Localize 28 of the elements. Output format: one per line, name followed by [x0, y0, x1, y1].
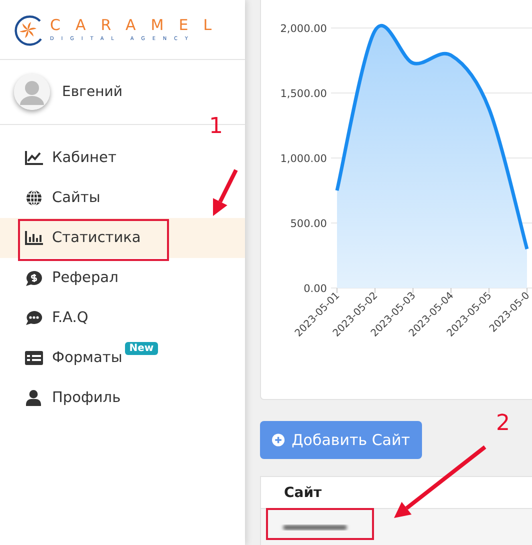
logo-icon — [12, 14, 44, 46]
bar-chart-icon — [24, 231, 42, 245]
nav-item[interactable]: F.A.Q — [0, 298, 245, 338]
y-tick-label: 1,000.00 — [280, 153, 327, 165]
plus-circle-icon — [272, 432, 285, 448]
avatar-icon — [14, 74, 50, 110]
arrow — [213, 169, 238, 216]
chat-bubble-icon — [24, 310, 42, 326]
user-name: Евгений — [62, 84, 122, 100]
nav-item[interactable]: Кабинет — [0, 138, 245, 178]
nav-item[interactable]: Сайты — [0, 178, 245, 218]
nav-item[interactable]: Реферал — [0, 258, 245, 298]
annotation-number: 2 — [496, 413, 510, 434]
dollar-bubble-icon — [24, 270, 42, 286]
user-icon — [26, 390, 41, 406]
y-tick-label: 0.00 — [304, 283, 327, 295]
y-tick-label: 2,000.00 — [280, 23, 327, 35]
logo-name: CARAMEL — [50, 18, 227, 32]
globe-icon — [26, 190, 42, 206]
new-badge: New — [125, 342, 158, 355]
nav-item[interactable]: Статистика — [0, 218, 245, 258]
nav-item[interactable]: Форматы New — [0, 338, 245, 378]
line-chart-icon — [24, 151, 42, 165]
y-tick-label: 500.00 — [290, 218, 327, 230]
table-icon — [24, 351, 42, 365]
nav-item[interactable]: Профиль — [0, 378, 245, 418]
annotation-number: 1 — [209, 116, 223, 137]
y-tick-label: 1,500.00 — [280, 88, 327, 100]
